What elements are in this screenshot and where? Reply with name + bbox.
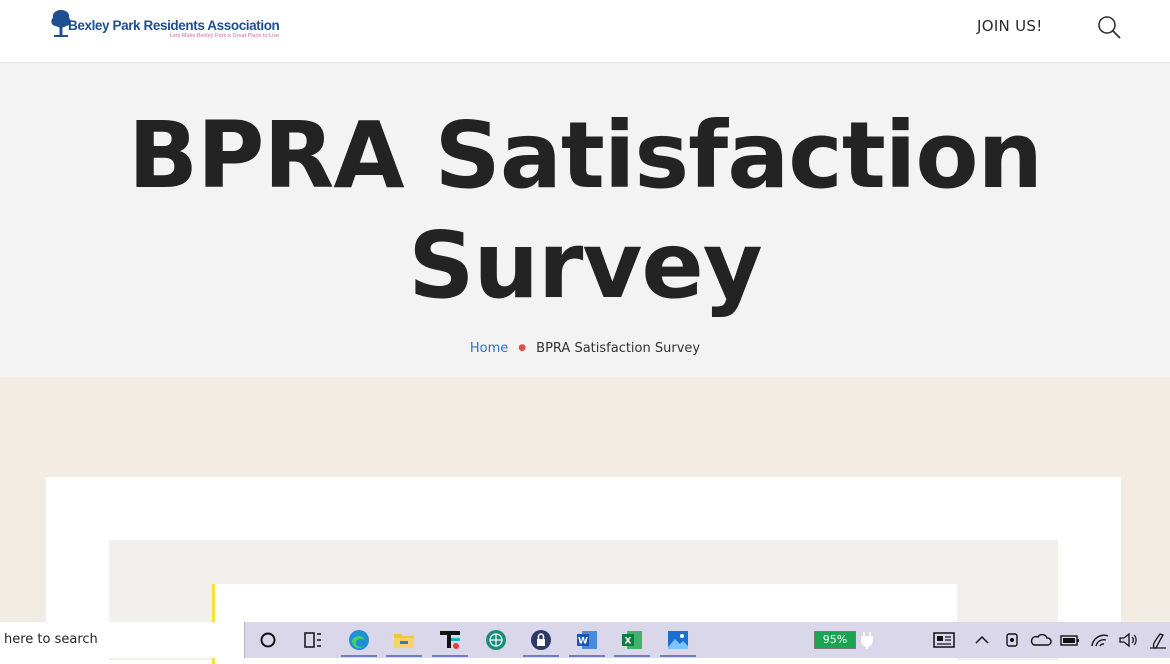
page-title-line-1: BPRA Satisfaction [127,102,1043,209]
battery-icon[interactable] [1058,628,1082,652]
excel-icon[interactable]: X [620,628,644,652]
globe-app-icon[interactable] [484,628,508,652]
content-section [0,377,1170,664]
join-us-link[interactable]: JOIN US! [977,17,1043,35]
photos-active-indicator [660,655,696,657]
meet-icon[interactable] [1000,628,1024,652]
breadcrumb-separator: ● [518,343,527,353]
site-header: Bexley Park Residents Association Lets M… [0,0,1170,63]
excel-active-indicator [614,655,650,657]
plug-icon [861,632,873,649]
taskbar-search-box[interactable]: here to search [0,622,245,658]
photos-icon[interactable] [666,628,690,652]
app-icon[interactable] [438,628,462,652]
wifi-icon[interactable] [1088,628,1112,652]
svg-text:W: W [578,637,588,647]
battery-indicator[interactable]: 95% [814,631,856,649]
search-icon [1098,16,1121,39]
chevron-up-icon[interactable] [970,628,994,652]
word-icon[interactable]: W [575,628,599,652]
content-card [46,477,1121,664]
lock-app-icon[interactable] [529,628,553,652]
page-hero: BPRA Satisfaction Survey Home ● BPRA Satis… [0,63,1170,377]
page-title: BPRA Satisfaction Survey [0,101,1170,321]
header-search-button[interactable] [1097,15,1121,39]
word-active-indicator [569,655,605,657]
lock-app-active-indicator [523,655,559,657]
file-explorer-icon[interactable] [392,628,416,652]
page-title-line-2: Survey [408,212,762,319]
pen-icon[interactable] [1146,628,1170,652]
logo-title: Bexley Park Residents Association [68,18,280,33]
logo-tagline: Lets Make Bexley Park a Great Place to L… [170,33,280,39]
taskbar-search-text: here to search [4,632,98,647]
edge-icon[interactable] [347,628,371,652]
task-view-icon[interactable] [301,628,325,652]
news-icon[interactable] [932,628,956,652]
app-active-indicator [432,655,468,657]
site-logo[interactable]: Bexley Park Residents Association Lets M… [50,8,310,44]
cortana-icon[interactable] [256,628,280,652]
breadcrumb: Home ● BPRA Satisfaction Survey [0,341,1170,356]
explorer-active-indicator [386,655,422,657]
windows-taskbar: here to search W X 95% [0,622,1170,658]
edge-active-indicator [341,655,377,657]
volume-icon[interactable] [1116,628,1140,652]
svg-text:X: X [625,637,632,647]
onedrive-icon[interactable] [1029,628,1053,652]
breadcrumb-current: BPRA Satisfaction Survey [536,341,701,356]
breadcrumb-home-link[interactable]: Home [470,341,508,356]
